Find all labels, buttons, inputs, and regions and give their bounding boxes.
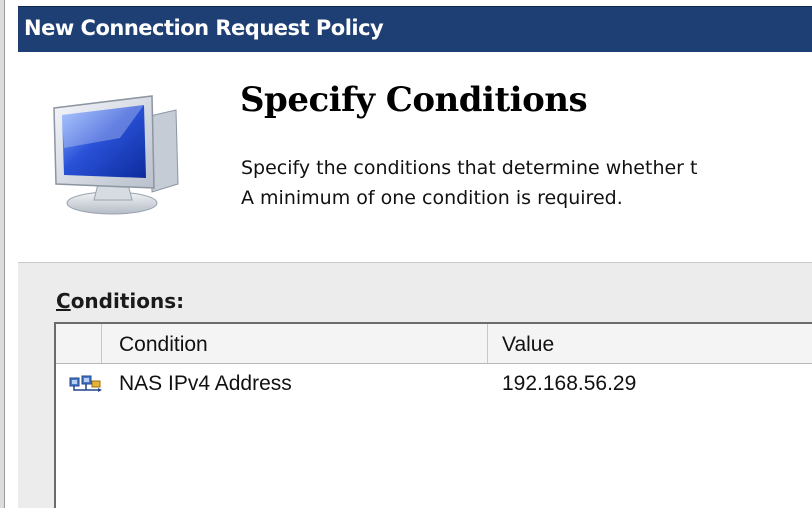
condition-row[interactable]: NAS IPv4 Address 192.168.56.29 <box>56 366 812 400</box>
computer-monitor-icon <box>53 95 179 215</box>
conditions-list[interactable]: Condition Value NAS IPv4 Address 192.168… <box>54 322 812 508</box>
description-line-1: Specify the conditions that determine wh… <box>241 157 698 179</box>
nas-network-icon <box>69 375 102 392</box>
title-bar[interactable]: New Connection Request Policy <box>18 6 812 52</box>
page-title: Specify Conditions <box>240 80 588 120</box>
column-header-value-label: Value <box>502 333 555 356</box>
column-header-icon[interactable] <box>56 324 102 363</box>
window-title: New Connection Request Policy <box>24 16 384 40</box>
row-condition-value: 192.168.56.29 <box>502 372 637 395</box>
column-header-value[interactable]: Value <box>488 324 812 363</box>
page-description: Specify the conditions that determine wh… <box>241 153 812 213</box>
conditions-label-text: onditions: <box>70 289 185 313</box>
conditions-label-mnemonic: C <box>56 289 71 313</box>
window-edge-line <box>4 0 5 508</box>
list-header: Condition Value <box>56 324 812 364</box>
conditions-label: Conditions: <box>56 289 184 313</box>
column-header-condition-label: Condition <box>119 333 208 356</box>
description-line-2: A minimum of one condition is required. <box>241 187 623 209</box>
wizard-window: New Connection Request Policy Specify Co… <box>0 0 812 508</box>
column-header-condition[interactable]: Condition <box>102 324 488 363</box>
row-condition-name: NAS IPv4 Address <box>119 372 292 395</box>
